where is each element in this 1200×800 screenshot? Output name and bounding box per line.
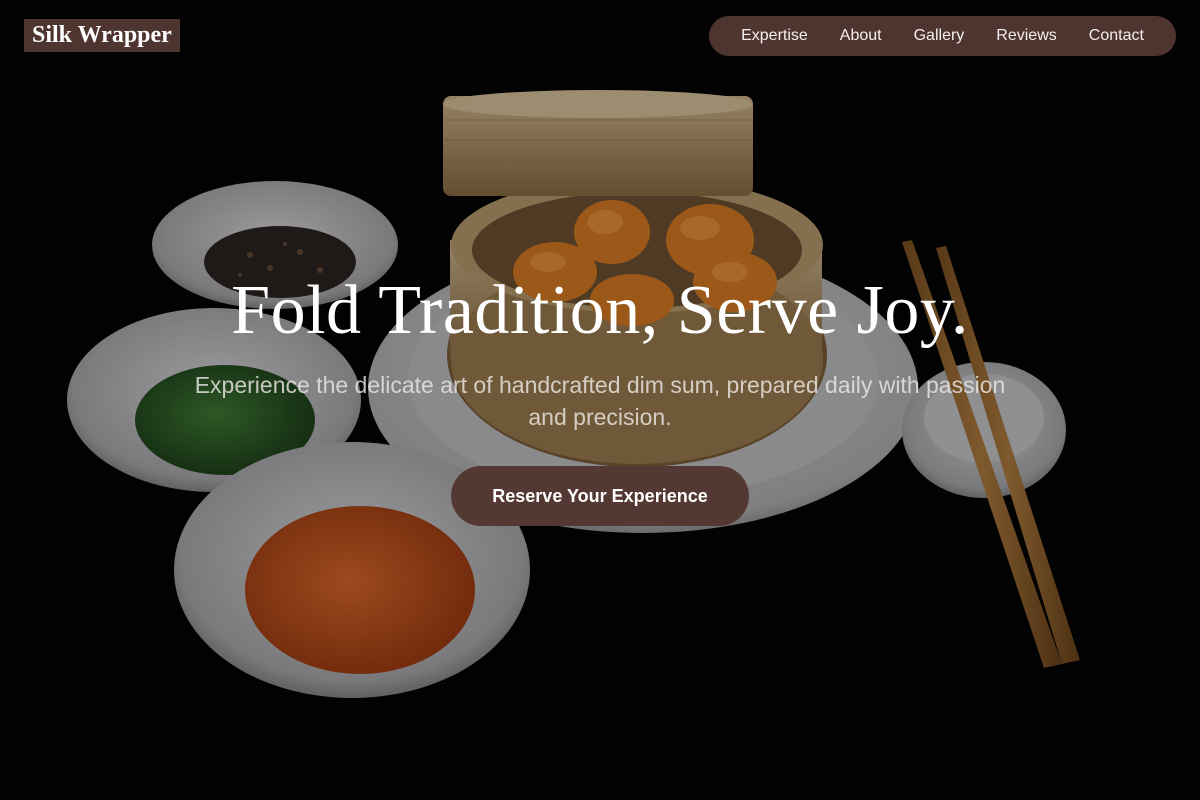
nav-item-gallery[interactable]: Gallery: [898, 16, 981, 56]
brand-logo[interactable]: Silk Wrapper: [24, 19, 180, 52]
reserve-experience-button[interactable]: Reserve Your Experience: [451, 466, 749, 526]
nav-item-expertise[interactable]: Expertise: [725, 16, 824, 56]
main-nav: Expertise About Gallery Reviews Contact: [709, 16, 1176, 56]
hero-subheadline: Experience the delicate art of handcraft…: [194, 372, 1006, 430]
hero-headline: Fold Tradition, Serve Joy.: [231, 272, 969, 349]
nav-item-reviews[interactable]: Reviews: [980, 16, 1072, 56]
nav-item-about[interactable]: About: [824, 16, 898, 56]
nav-item-contact[interactable]: Contact: [1073, 16, 1160, 56]
